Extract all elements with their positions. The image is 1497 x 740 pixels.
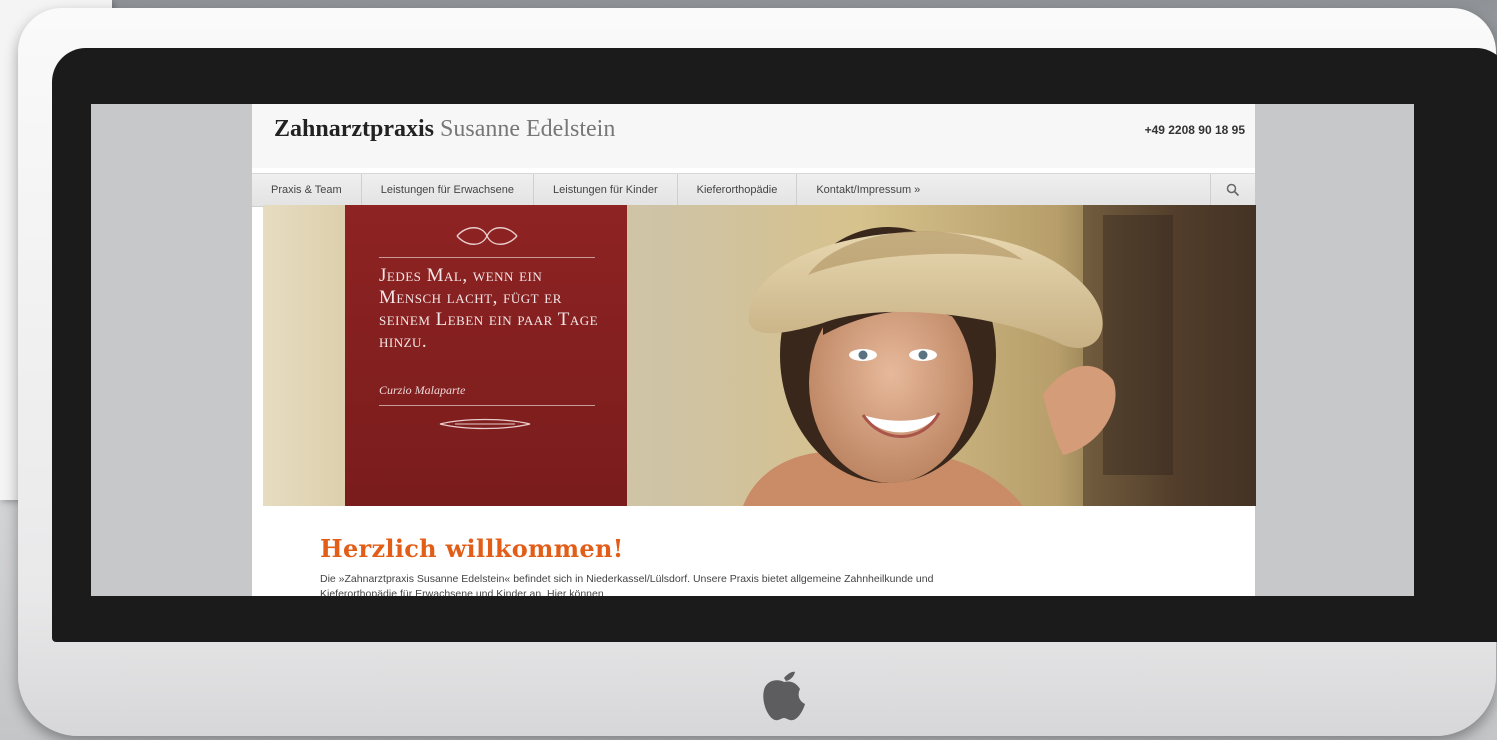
welcome-heading: Herzlich willkommen!: [320, 534, 624, 563]
site-title[interactable]: Zahnarztpraxis Susanne Edelstein: [274, 116, 615, 143]
quote-divider-bottom: [379, 405, 595, 406]
search-icon: [1226, 183, 1240, 197]
nav-item-leistungen-kinder[interactable]: Leistungen für Kinder: [534, 174, 678, 206]
apple-logo-icon: [763, 671, 805, 721]
phone-number: +49 2208 90 18 95: [1144, 123, 1245, 137]
nav-item-kieferorthopaedie[interactable]: Kieferorthopädie: [678, 174, 798, 206]
flourish-icon: [439, 418, 531, 430]
browser-screen: Zahnarztpraxis Susanne Edelstein +49 2208…: [91, 104, 1414, 596]
site-header: Zahnarztpraxis Susanne Edelstein +49 2208…: [252, 104, 1255, 168]
ornament-icon: [456, 227, 518, 245]
quote-author: Curzio Malaparte: [379, 383, 466, 397]
web-page: Zahnarztpraxis Susanne Edelstein +49 2208…: [252, 104, 1256, 596]
quote-text: Jedes Mal, wenn ein Mensch lacht, fügt e…: [379, 265, 599, 352]
quote-divider-top: [379, 257, 595, 258]
quote-panel: Jedes Mal, wenn ein Mensch lacht, fügt e…: [345, 205, 627, 506]
main-nav: Praxis & Team Leistungen für Erwachsene …: [252, 173, 1255, 207]
nav-item-praxis-team[interactable]: Praxis & Team: [252, 174, 362, 206]
intro-paragraph: Die »Zahnarztpraxis Susanne Edelstein« b…: [320, 573, 934, 596]
nav-item-leistungen-erwachsene[interactable]: Leistungen für Erwachsene: [362, 174, 535, 206]
hero-banner: Jedes Mal, wenn ein Mensch lacht, fügt e…: [263, 205, 1256, 506]
search-button[interactable]: [1210, 174, 1255, 206]
site-title-last: Susanne Edelstein: [440, 116, 616, 142]
site-title-first: Zahnarztpraxis: [274, 116, 435, 142]
main-content: Herzlich willkommen! Die »Zahnarztpraxis…: [307, 506, 1255, 596]
nav-item-kontakt-impressum[interactable]: Kontakt/Impressum »: [797, 174, 939, 206]
